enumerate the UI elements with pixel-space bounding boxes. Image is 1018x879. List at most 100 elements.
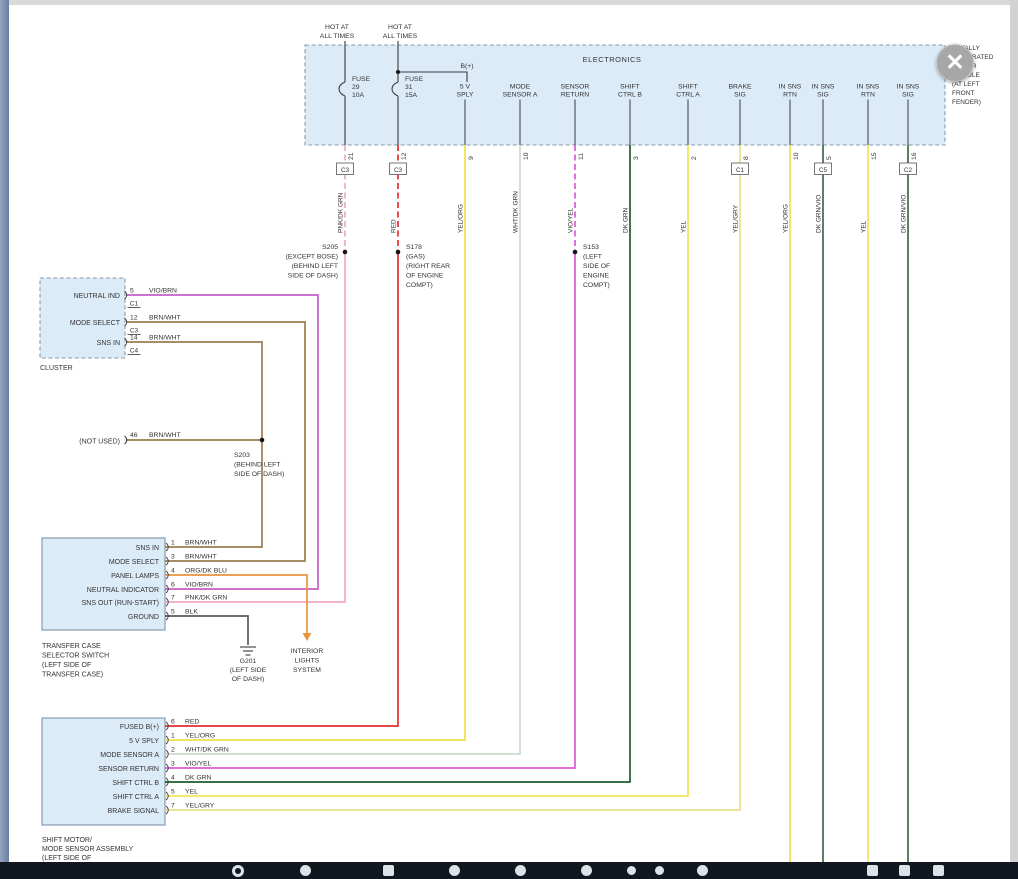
pin-label: SENSOR RETURN	[98, 766, 159, 773]
wire-color-label: VIO/YEL	[568, 207, 575, 233]
wire-brn-wht-mode	[126, 322, 305, 561]
component-caption-line: MODE SENSOR ASSEMBLY	[42, 846, 134, 853]
wire-name: WHT/DK GRN	[185, 747, 229, 754]
splice-label: COMPT)	[406, 282, 433, 289]
pin-number: 16	[911, 152, 918, 160]
splice-label: S153	[583, 244, 599, 251]
connector-label: C3	[341, 167, 350, 174]
pin-number: 14	[130, 335, 138, 342]
splice-label: S203	[234, 452, 250, 459]
component-caption-line: (LEFT SIDE OF	[42, 855, 91, 862]
pin-number: 3	[171, 761, 175, 768]
pin-label: FUSED B(+)	[120, 724, 159, 731]
tipm-name-line: FRONT	[952, 90, 974, 97]
system-label-line: LIGHTS	[295, 658, 320, 665]
scrollbar[interactable]	[1010, 0, 1018, 879]
fuse-label: 10A	[352, 92, 365, 99]
bplus-label: B(+)	[460, 63, 473, 70]
wire-brn-wht-sns	[126, 342, 262, 547]
wire-name: YEL/GRY	[185, 803, 215, 810]
hot-at-all-times-label: ALL TIMES	[383, 33, 418, 40]
terminal-label: 5 V	[460, 84, 471, 91]
taskbar-icon[interactable]	[581, 865, 592, 876]
splice-label: ENGINE	[583, 273, 610, 280]
splice-label: (BEHIND LEFT	[234, 462, 280, 469]
pin-number: 15	[871, 152, 878, 160]
wire-name: DK GRN	[185, 775, 212, 782]
splice-s203-dot	[260, 438, 265, 443]
pin-label: NEUTRAL IND	[74, 293, 120, 300]
taskbar-icon[interactable]	[933, 865, 944, 876]
wire-name: VIO/BRN	[185, 582, 213, 589]
taskbar-icon[interactable]	[899, 865, 910, 876]
component-caption-line: SHIFT MOTOR/	[42, 837, 92, 844]
connector-label: C1	[130, 301, 139, 308]
pin-number: 46	[130, 432, 138, 439]
wire-name: PNK/DK GRN	[185, 595, 227, 602]
wire-vio-yel	[165, 252, 575, 768]
terminal-label: SPLY	[457, 92, 474, 99]
connector-label: C3	[394, 167, 403, 174]
pin-number: 11	[578, 153, 585, 160]
close-button[interactable]: ✕	[936, 44, 974, 82]
ground-label-line: G201	[240, 658, 257, 665]
component-caption-line: TRANSFER CASE	[42, 643, 101, 650]
fuse-label: 15A	[405, 92, 418, 99]
taskbar-icon[interactable]	[655, 866, 664, 875]
connector-label: C5	[819, 167, 828, 174]
system-label-line: INTERIOR	[291, 648, 324, 655]
taskbar-icon[interactable]	[867, 865, 878, 876]
taskbar-icon[interactable]	[627, 866, 636, 875]
taskbar-icon[interactable]	[232, 865, 244, 877]
pin-number: 10	[793, 152, 800, 160]
wire-color-label: DK GRN/VIO	[816, 195, 823, 233]
connector-label: C2	[904, 167, 913, 174]
terminal-label: SHIFT	[678, 84, 698, 91]
pin-label: SNS IN	[97, 340, 120, 347]
pin-number: 1	[171, 540, 175, 547]
wire-color-label: WHT/DK GRN	[513, 191, 520, 233]
component-caption-line: SELECTOR SWITCH	[42, 653, 109, 660]
screen: ELECTRONICS B(+) CLUSTER (NOT USED) 46 B…	[0, 0, 1018, 879]
splice-label: (BEHIND LEFT	[292, 263, 338, 270]
wire-name: BLK	[185, 609, 198, 616]
taskbar-icon[interactable]	[383, 865, 394, 876]
pin-number: 4	[171, 568, 175, 575]
pin-label: MODE SELECT	[109, 559, 160, 566]
component-caption-line: (LEFT SIDE OF	[42, 662, 91, 669]
pin-number: 7	[171, 595, 175, 602]
wire-color-label: DK GRN	[623, 207, 630, 233]
splice-label: (EXCEPT BOSE)	[286, 254, 338, 261]
junction-dot	[396, 70, 400, 74]
wire-name: RED	[185, 719, 199, 726]
wire-name: YEL	[185, 789, 198, 796]
splice-label: COMPT)	[583, 282, 610, 289]
splice-label: S205	[322, 244, 338, 251]
pin-number: 12	[401, 152, 408, 160]
terminal-label: SIG	[902, 92, 914, 99]
wire-name: VIO/YEL	[185, 761, 212, 768]
generated-labels: 5 VSPLYMODESENSOR ASENSORRETURNSHIFTCTRL…	[42, 24, 994, 871]
pin-number: 6	[171, 582, 175, 589]
wire-color-label: PNK/DK GRN	[338, 192, 345, 233]
taskbar-icon[interactable]	[697, 865, 708, 876]
pin-number: 1	[171, 733, 175, 740]
tipm-name-line: (AT LEFT	[952, 81, 980, 88]
hot-at-all-times-label: ALL TIMES	[320, 33, 355, 40]
pin-number: 5	[826, 156, 833, 160]
pin-number: 5	[171, 789, 175, 796]
wire-name: BRN/WHT	[185, 554, 217, 561]
pin-label: PANEL LAMPS	[111, 573, 159, 580]
fuse-label: 31	[405, 84, 413, 91]
taskbar-icon[interactable]	[515, 865, 526, 876]
connector-label: C3	[130, 328, 139, 335]
taskbar-icon[interactable]	[300, 865, 311, 876]
pin-number: 9	[468, 156, 475, 160]
terminal-label: IN SNS	[857, 84, 880, 91]
splice-label: (RIGHT REAR	[406, 263, 450, 270]
taskbar-icon[interactable]	[449, 865, 460, 876]
pin-number: 3	[633, 156, 640, 160]
ground-label-line: OF DASH)	[232, 676, 264, 683]
pin-number: 21	[348, 152, 355, 160]
terminal-label: BRAKE	[728, 84, 752, 91]
